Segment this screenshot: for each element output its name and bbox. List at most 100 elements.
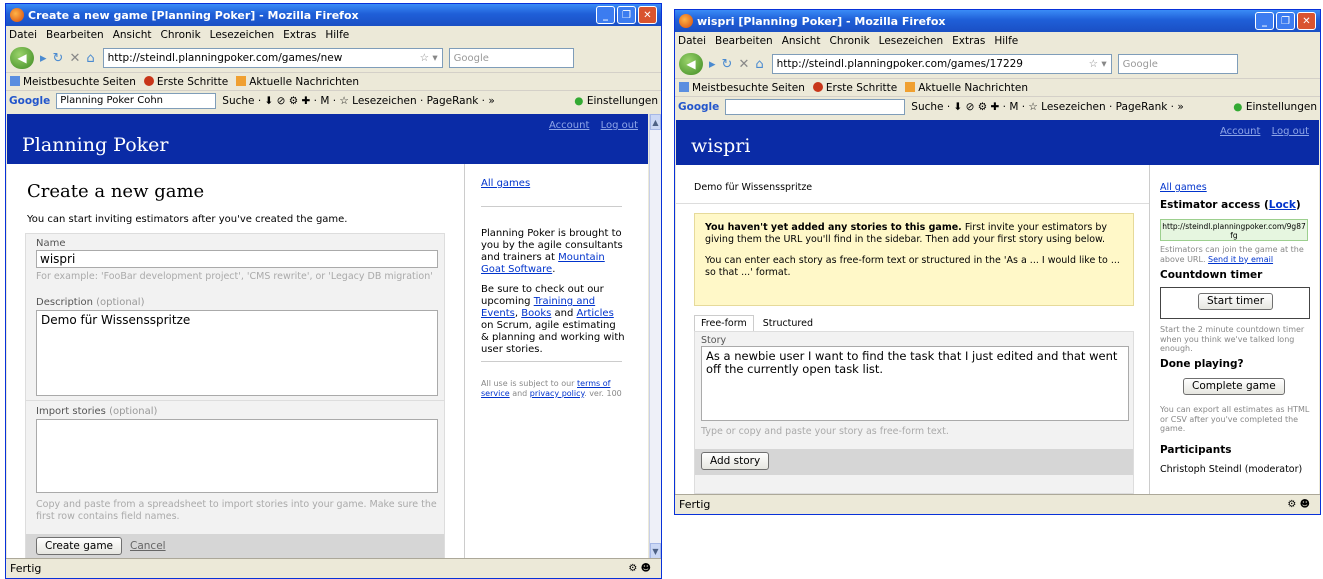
description-label-text: Description	[36, 297, 93, 308]
logout-link[interactable]: Log out	[1272, 126, 1309, 137]
settings-icon: ●	[1233, 100, 1243, 113]
menu-ansicht[interactable]: Ansicht	[113, 29, 152, 41]
story-label: Story	[701, 335, 727, 346]
bookmark-first-steps[interactable]: Erste Schritte	[143, 75, 228, 88]
sidebar-divider-2	[481, 361, 622, 362]
google-tools[interactable]: Suche · ⬇ ⊘ ⚙ ✚ · M · ☆ Lesezeichen · Pa…	[222, 95, 494, 107]
reload-icon[interactable]: ↻	[722, 57, 733, 72]
minimize-button[interactable]: _	[1255, 12, 1274, 30]
firefox-icon	[10, 8, 24, 22]
bookmark-most-visited[interactable]: Meistbesuchte Seiten	[10, 75, 136, 88]
search-input[interactable]: Google	[448, 48, 574, 68]
bookmark-news[interactable]: Aktuelle Nachrichten	[905, 81, 1028, 94]
game-main: Demo für Wissensspritze You haven't yet …	[676, 165, 1150, 494]
import-hint: Copy and paste from a spreadsheet to imp…	[36, 499, 437, 522]
home-icon[interactable]: ⌂	[86, 51, 94, 66]
search-placeholder: Google	[1122, 58, 1158, 70]
tab-free-form[interactable]: Free-form	[694, 315, 754, 331]
story-textarea[interactable]: As a newbie user I want to find the task…	[701, 346, 1129, 421]
add-story-button[interactable]: Add story	[701, 452, 770, 470]
name-input[interactable]: wispri	[36, 250, 438, 268]
menu-hilfe[interactable]: Hilfe	[325, 29, 349, 41]
all-games-link[interactable]: All games	[1160, 182, 1207, 194]
tab-structured[interactable]: Structured	[757, 316, 819, 331]
google-search-input[interactable]	[725, 98, 906, 115]
menu-lesezeichen[interactable]: Lesezeichen	[210, 29, 275, 41]
minimize-button[interactable]: _	[596, 6, 615, 24]
back-icon[interactable]: ◀	[10, 47, 34, 69]
left-title-bar[interactable]: Create a new game [Planning Poker] - Moz…	[6, 4, 661, 26]
start-timer-button[interactable]: Start timer	[1198, 293, 1274, 310]
logout-link[interactable]: Log out	[601, 120, 638, 131]
bookmark-star-icon[interactable]: ☆ ▾	[420, 52, 438, 64]
menu-bearbeiten[interactable]: Bearbeiten	[715, 35, 773, 47]
url-bar[interactable]: http://steindl.planningpoker.com/games/1…	[771, 54, 1112, 74]
google-search-input[interactable]: Planning Poker Cohn	[56, 92, 217, 109]
menu-chronik[interactable]: Chronik	[161, 29, 201, 41]
description-label: Description (optional)	[36, 297, 144, 308]
access-url-box[interactable]: http://steindl.planningpoker.com/9g87fg	[1160, 219, 1308, 241]
bookmark-news[interactable]: Aktuelle Nachrichten	[236, 75, 359, 88]
bookmark-icon	[679, 81, 689, 92]
all-games-link[interactable]: All games	[481, 178, 530, 189]
google-query: Planning Poker Cohn	[60, 95, 163, 106]
menu-chronik[interactable]: Chronik	[830, 35, 870, 47]
account-link[interactable]: Account	[549, 120, 589, 131]
account-link[interactable]: Account	[1220, 126, 1260, 137]
lock-link[interactable]: Lock	[1269, 199, 1296, 211]
create-game-button[interactable]: Create game	[36, 537, 123, 555]
bookmark-first-steps[interactable]: Erste Schritte	[812, 81, 897, 94]
left-scrollbar[interactable]: ▲ ▼	[649, 114, 661, 559]
forward-icon[interactable]: ▸	[709, 57, 716, 72]
timer-note: Start the 2 minute countdown timer when …	[1160, 325, 1305, 353]
menu-extras[interactable]: Extras	[952, 35, 985, 47]
description-textarea[interactable]: Demo für Wissensspritze	[36, 310, 438, 396]
left-page-content: Planning Poker Account Log out Create a …	[7, 114, 648, 559]
google-tools[interactable]: Suche · ⬇ ⊘ ⚙ ✚ · M · ☆ Lesezeichen · Pa…	[911, 101, 1183, 113]
privacy-link[interactable]: privacy policy	[530, 389, 584, 398]
story-value: As a newbie user I want to find the task…	[706, 349, 1118, 376]
books-link[interactable]: Books	[521, 308, 551, 319]
menu-extras[interactable]: Extras	[283, 29, 316, 41]
name-hint: For example: 'FooBar development project…	[36, 271, 433, 282]
menu-hilfe[interactable]: Hilfe	[994, 35, 1018, 47]
close-button[interactable]: ✕	[1297, 12, 1316, 30]
menu-bearbeiten[interactable]: Bearbeiten	[46, 29, 104, 41]
stop-icon[interactable]: ✕	[738, 57, 749, 72]
timer-box: Start timer	[1160, 287, 1310, 319]
reload-icon[interactable]: ↻	[53, 51, 64, 66]
scroll-down-icon[interactable]: ▼	[650, 543, 661, 559]
close-button[interactable]: ✕	[638, 6, 657, 24]
bookmark-star-icon[interactable]: ☆ ▾	[1089, 58, 1107, 70]
restore-button[interactable]: ❐	[1276, 12, 1295, 30]
menu-ansicht[interactable]: Ansicht	[782, 35, 821, 47]
settings-button[interactable]: ● Einstellungen	[574, 95, 658, 107]
import-textarea[interactable]	[36, 419, 438, 493]
settings-button[interactable]: ● Einstellungen	[1233, 101, 1317, 113]
menu-datei[interactable]: Datei	[9, 29, 37, 41]
scroll-up-icon[interactable]: ▲	[650, 114, 661, 130]
complete-game-button[interactable]: Complete game	[1183, 378, 1285, 395]
url-bar[interactable]: http://steindl.planningpoker.com/games/n…	[102, 48, 443, 68]
bookmark-icon	[10, 75, 20, 86]
about-period: .	[552, 264, 556, 275]
game-description: Demo für Wissensspritze	[694, 182, 813, 193]
right-title-bar[interactable]: wispri [Planning Poker] - Mozilla Firefo…	[675, 10, 1320, 32]
send-email-link[interactable]: Send it by email	[1208, 255, 1273, 264]
home-icon[interactable]: ⌂	[755, 57, 763, 72]
menu-lesezeichen[interactable]: Lesezeichen	[879, 35, 944, 47]
bookmark-most-visited[interactable]: Meistbesuchte Seiten	[679, 81, 805, 94]
form-panel: Name wispri For example: 'FooBar develop…	[25, 233, 445, 559]
sidebar-about: Planning Poker is brought to you by the …	[481, 228, 626, 276]
notice-box: You haven't yet added any stories to thi…	[694, 213, 1134, 306]
articles-link[interactable]: Articles	[577, 308, 614, 319]
back-icon[interactable]: ◀	[679, 53, 703, 75]
search-input[interactable]: Google	[1117, 54, 1238, 74]
stop-icon[interactable]: ✕	[69, 51, 80, 66]
menu-datei[interactable]: Datei	[678, 35, 706, 47]
status-icons: ⚙ ☻	[628, 563, 651, 574]
restore-button[interactable]: ❐	[617, 6, 636, 24]
story-panel: Story As a newbie user I want to find th…	[694, 331, 1134, 494]
forward-icon[interactable]: ▸	[40, 51, 47, 66]
cancel-link[interactable]: Cancel	[130, 540, 166, 552]
